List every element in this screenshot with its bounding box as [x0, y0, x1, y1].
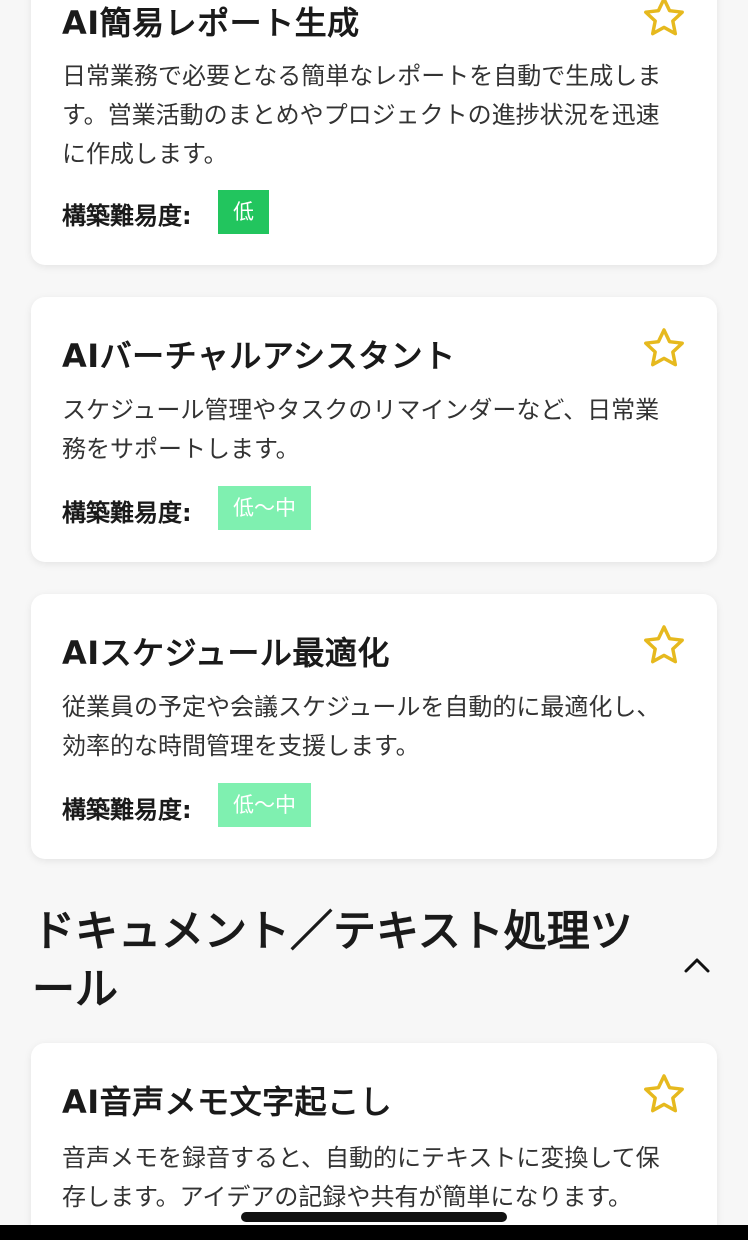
card-title: AIスケジュール最適化: [62, 634, 390, 672]
card-description: 日常業務で必要となる簡単なレポートを自動で生成します。営業活動のまとめやプロジェ…: [62, 62, 662, 168]
bottom-bar: [0, 1225, 748, 1240]
star-outline-icon[interactable]: [641, 1071, 687, 1117]
section-title: ドキュメント／テキスト処理ツール: [32, 907, 633, 1015]
tool-card-virtual-assistant[interactable]: AIバーチャルアシスタント スケジュール管理やタスクのリマインダーなど、日常業務…: [31, 297, 717, 562]
chevron-up-icon[interactable]: [678, 950, 716, 980]
card-description: 従業員の予定や会議スケジュールを自動的に最適化し、効率的な時間管理を支援します。: [62, 693, 661, 760]
star-outline-icon[interactable]: [641, 325, 687, 371]
difficulty-badge: 低〜中: [218, 486, 311, 530]
card-title: AIバーチャルアシスタント: [62, 337, 456, 375]
home-indicator[interactable]: [241, 1212, 507, 1222]
star-outline-icon[interactable]: [641, 622, 687, 668]
difficulty-badge: 低: [218, 190, 269, 234]
tool-card-schedule-optimization[interactable]: AIスケジュール最適化 従業員の予定や会議スケジュールを自動的に最適化し、効率的…: [31, 594, 717, 859]
difficulty-label: 構築難易度:: [62, 796, 192, 824]
card-title: AI簡易レポート生成: [62, 4, 360, 42]
difficulty-badge: 低〜中: [218, 783, 311, 827]
tool-card-report[interactable]: AI簡易レポート生成 日常業務で必要となる簡単なレポートを自動で生成します。営業…: [31, 0, 717, 265]
star-outline-icon[interactable]: [641, 0, 687, 40]
difficulty-label: 構築難易度:: [62, 499, 192, 527]
tool-card-voice-memo[interactable]: AI音声メモ文字起こし 音声メモを録音すると、自動的にテキストに変換して保存しま…: [31, 1043, 717, 1240]
card-description: 音声メモを録音すると、自動的にテキストに変換して保存します。アイデアの記録や共有…: [62, 1144, 660, 1211]
card-description: スケジュール管理やタスクのリマインダーなど、日常業務をサポートします。: [62, 396, 660, 463]
card-title: AI音声メモ文字起こし: [62, 1083, 393, 1121]
difficulty-label: 構築難易度:: [62, 202, 192, 230]
